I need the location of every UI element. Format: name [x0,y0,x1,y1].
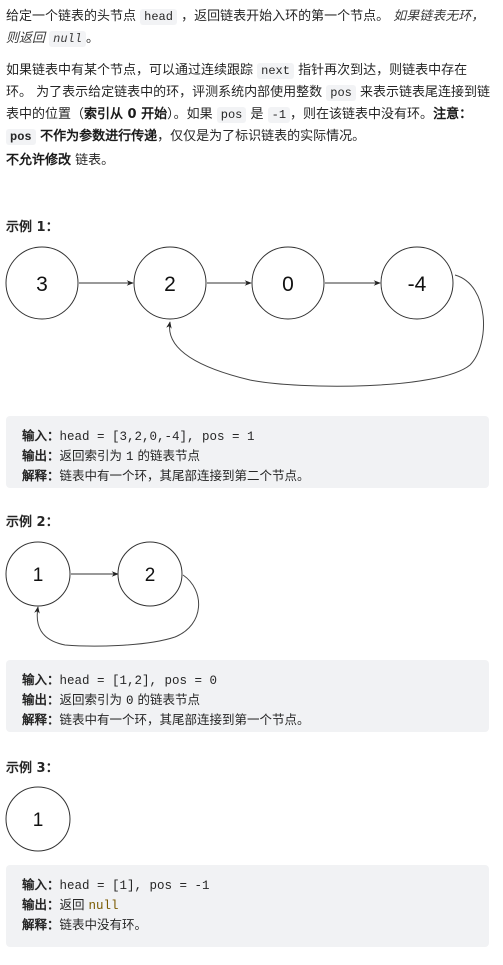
node-label: 1 [33,810,44,831]
bold-no-modify: 不允许修改 [6,153,72,168]
intro-text: 来表示链表尾连接到链 [355,85,491,100]
intro-text: 链表。 [71,153,115,168]
example-input: 输入：head = [1], pos = -1 [22,875,210,896]
node-label: 3 [36,273,48,296]
intro-text: 指针再次到达，则链表中存在 [293,63,468,78]
intro-paragraph-1: 给定一个链表的头节点 head ，返回链表开始入环的第一个节点。 如果链表无环，… [6,6,496,50]
explain-label: 解释： [22,468,60,483]
intro-text: 环。 为了表示给定链表中的环，评测系统内部使用整数 [6,85,327,100]
example-explain: 解释：链表中没有环。 [22,915,147,935]
output-label: 输出： [22,692,60,707]
example-2-title: 示例 2： [6,515,59,530]
code-neg1: -1 [267,107,291,123]
input-label: 输入： [22,877,60,892]
code-pos: pos [326,85,356,101]
output-label: 输出： [22,448,60,463]
node: 2 [133,246,207,320]
example-1-title: 示例 1： [6,220,59,235]
intro-italic: 如果链表无环， [393,9,485,24]
input-label: 输入： [22,428,60,443]
node-label: 2 [164,273,176,296]
intro-text: 。 [85,31,99,46]
explain-value: 链表中没有环。 [59,917,148,932]
intro-text: 表中的位置（ [6,107,85,122]
example-3-box: 输入：head = [1], pos = -1 输出：返回 null 解释：链表… [6,865,489,947]
output-text: 返回 [59,897,89,912]
example-explain: 解释：链表中有一个环，其尾部连接到第二个节点。 [22,466,310,486]
example-3-title: 示例 3： [6,761,59,776]
intro-text: 给定一个链表的头节点 [6,9,141,24]
bold-note: 注意： [433,107,473,122]
input-value: head = [1], pos = -1 [59,879,210,893]
explain-value: 链表中有一个环，其尾部连接到第一个节点。 [59,712,310,727]
input-value: head = [3,2,0,-4], pos = 1 [59,430,255,444]
explain-value: 链表中有一个环，其尾部连接到第二个节点。 [59,468,310,483]
example-input: 输入：head = [3,2,0,-4], pos = 1 [22,426,255,447]
code-null: null [49,31,86,47]
intro-paragraph-2: 如果链表中有某个节点，可以通过连续跟踪 next 指针再次到达，则链表中存在 环… [6,60,496,148]
example-input: 输入：head = [1,2], pos = 0 [22,670,217,691]
example-2-diagram: 1 2 [5,541,199,647]
output-null: null [88,899,119,913]
example-1-box: 输入：head = [3,2,0,-4], pos = 1 输出：返回索引为 1… [6,416,489,488]
explain-label: 解释： [22,712,60,727]
code-pos: pos [216,107,247,123]
input-label: 输入： [22,672,60,687]
example-2-box: 输入：head = [1,2], pos = 0 输出：返回索引为 0 的链表节… [6,660,489,732]
output-text: 的链表节点 [133,448,200,463]
example-output: 输出：返回 null [22,895,119,916]
code-next: next [257,63,294,79]
example-output: 输出：返回索引为 1 的链表节点 [22,446,200,467]
intro-italic: 则返回 [6,31,50,46]
intro-text: 如果链表中有某个节点，可以通过连续跟踪 [6,63,258,78]
node: -4 [380,246,454,320]
input-value: head = [1,2], pos = 0 [59,674,218,688]
output-label: 输出： [22,897,60,912]
intro-text: 是 [246,107,268,122]
node: 0 [251,246,325,320]
intro-text: ，则在该链表中没有环。 [290,107,434,122]
intro-text: ）。如果 [167,107,217,122]
intro-paragraph-3: 不允许修改 链表。 [6,150,496,171]
node: 2 [117,541,183,607]
output-num: 1 [126,450,134,464]
example-3-diagram: 1 [5,786,71,852]
output-text: 返回索引为 [59,692,126,707]
bold-not-param: 不作为参数进行传递 [35,129,158,144]
node-label: 1 [33,565,44,586]
output-text: 返回索引为 [59,448,126,463]
code-pos: pos [6,129,36,145]
code-head: head [140,9,177,25]
output-num: 0 [126,694,134,708]
example-explain: 解释：链表中有一个环，其尾部连接到第一个节点。 [22,710,310,730]
example-output: 输出：返回索引为 0 的链表节点 [22,690,200,711]
intro-text: ，仅仅是为了标识链表的实际情况。 [157,129,366,144]
node-label: -4 [408,273,427,296]
explain-label: 解释： [22,917,60,932]
output-text: 的链表节点 [133,692,200,707]
intro-text: ，返回链表开始入环的第一个节点。 [176,9,394,24]
node-label: 0 [282,273,294,296]
bold-index: 索引从 0 开始 [84,107,168,122]
node-label: 2 [145,565,156,586]
example-1-diagram: 3 2 0 -4 [5,246,484,387]
node: 1 [5,541,71,607]
node: 3 [5,246,79,320]
node: 1 [5,786,71,852]
